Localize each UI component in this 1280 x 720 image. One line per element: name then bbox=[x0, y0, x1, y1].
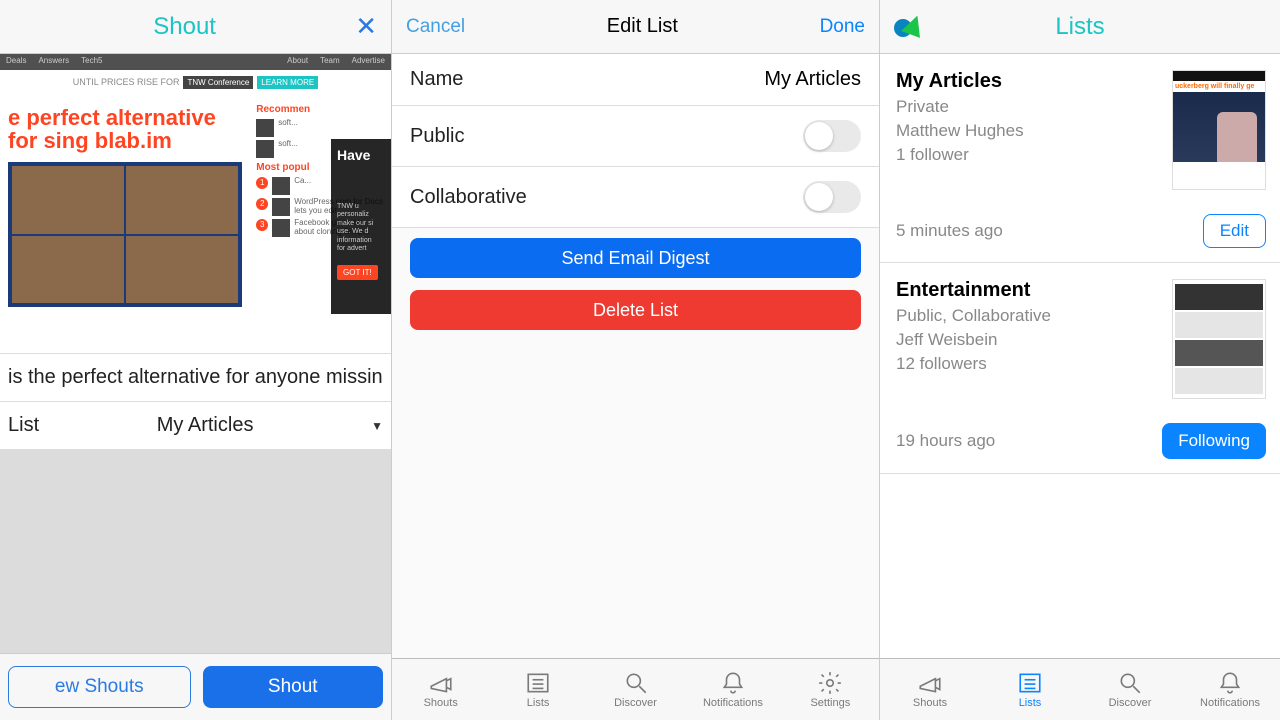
video-grid bbox=[8, 162, 242, 307]
lists-panel: Lists My Articles Private Matthew Hughes… bbox=[880, 0, 1280, 720]
spacer bbox=[0, 450, 391, 653]
app-logo bbox=[894, 15, 924, 39]
collab-row: Collaborative bbox=[392, 167, 879, 228]
shout-button[interactable]: Shout bbox=[203, 666, 384, 708]
card-title: Entertainment bbox=[896, 279, 1162, 302]
tab-notifications[interactable]: Notifications bbox=[1180, 659, 1280, 720]
preview-banner: UNTIL PRICES RISE FOR TNW Conference LEA… bbox=[0, 70, 391, 94]
cancel-button[interactable]: Cancel bbox=[406, 16, 465, 38]
collab-label: Collaborative bbox=[410, 186, 527, 209]
edit-title: Edit List bbox=[607, 15, 678, 38]
tab-notifications[interactable]: Notifications bbox=[684, 659, 781, 720]
tab-shouts[interactable]: Shouts bbox=[392, 659, 489, 720]
name-value: My Articles bbox=[764, 68, 861, 91]
public-toggle[interactable] bbox=[803, 120, 861, 152]
list-icon bbox=[1017, 670, 1043, 696]
following-button[interactable]: Following bbox=[1162, 423, 1266, 459]
card-followers: 1 follower bbox=[896, 143, 1162, 167]
tab-settings[interactable]: Settings bbox=[782, 659, 879, 720]
done-button[interactable]: Done bbox=[820, 16, 865, 38]
shout-header: Shout ✕ bbox=[0, 0, 391, 54]
chevron-down-icon: ▼ bbox=[371, 419, 383, 433]
card-thumbnail bbox=[1172, 279, 1266, 399]
article-title-field[interactable]: is the perfect alternative for anyone mi… bbox=[0, 354, 391, 402]
tab-shouts[interactable]: Shouts bbox=[880, 659, 980, 720]
name-row[interactable]: Name My Articles bbox=[392, 54, 879, 106]
edit-list-panel: Cancel Edit List Done Name My Articles P… bbox=[392, 0, 880, 720]
tab-lists[interactable]: Lists bbox=[980, 659, 1080, 720]
edit-list-button[interactable]: Edit bbox=[1203, 214, 1266, 248]
preview-headline: e perfect alternative for sing blab.im bbox=[8, 106, 242, 152]
search-icon bbox=[623, 670, 649, 696]
list-label: List bbox=[8, 414, 39, 437]
name-label: Name bbox=[410, 68, 463, 91]
card-thumbnail: uckerberg will finally ge bbox=[1172, 70, 1266, 190]
tab-discover[interactable]: Discover bbox=[1080, 659, 1180, 720]
card-time: 19 hours ago bbox=[896, 431, 995, 451]
card-visibility: Private bbox=[896, 95, 1162, 119]
search-icon bbox=[1117, 670, 1143, 696]
megaphone-icon bbox=[428, 670, 454, 696]
shout-footer: ew Shouts Shout bbox=[0, 653, 391, 720]
shout-title: Shout bbox=[153, 13, 216, 41]
card-author: Jeff Weisbein bbox=[896, 328, 1162, 352]
list-card: My Articles Private Matthew Hughes 1 fol… bbox=[880, 54, 1280, 263]
card-followers: 12 followers bbox=[896, 352, 1162, 376]
lists-title: Lists bbox=[1055, 13, 1104, 41]
public-row: Public bbox=[392, 106, 879, 167]
gear-icon bbox=[817, 670, 843, 696]
card-time: 5 minutes ago bbox=[896, 221, 1003, 241]
list-value: My Articles bbox=[39, 414, 371, 437]
edit-header: Cancel Edit List Done bbox=[392, 0, 879, 54]
shout-panel: Shout ✕ Deals Answers Tech5 About Team A… bbox=[0, 0, 392, 720]
tab-bar: Shouts Lists Discover Notifications bbox=[880, 658, 1280, 720]
close-icon[interactable]: ✕ bbox=[355, 11, 377, 42]
send-digest-button[interactable]: Send Email Digest bbox=[410, 238, 861, 278]
lists-header: Lists bbox=[880, 0, 1280, 54]
card-visibility: Public, Collaborative bbox=[896, 304, 1162, 328]
delete-list-button[interactable]: Delete List bbox=[410, 290, 861, 330]
public-label: Public bbox=[410, 125, 464, 148]
megaphone-icon bbox=[917, 670, 943, 696]
list-card: Entertainment Public, Collaborative Jeff… bbox=[880, 263, 1280, 474]
card-title: My Articles bbox=[896, 70, 1162, 93]
lists-body[interactable]: My Articles Private Matthew Hughes 1 fol… bbox=[880, 54, 1280, 658]
bell-icon bbox=[720, 670, 746, 696]
tab-discover[interactable]: Discover bbox=[587, 659, 684, 720]
tab-bar: Shouts Lists Discover Notifications Sett… bbox=[392, 658, 879, 720]
list-selector[interactable]: List My Articles ▼ bbox=[0, 402, 391, 450]
collab-toggle[interactable] bbox=[803, 181, 861, 213]
new-shouts-button[interactable]: ew Shouts bbox=[8, 666, 191, 708]
cookie-overlay: Have TNW upersonalizmake our siuse. We d… bbox=[331, 139, 391, 314]
preview-nav: Deals Answers Tech5 About Team Advertise bbox=[0, 54, 391, 70]
article-preview: Deals Answers Tech5 About Team Advertise… bbox=[0, 54, 391, 354]
tab-lists[interactable]: Lists bbox=[489, 659, 586, 720]
list-icon bbox=[525, 670, 551, 696]
card-author: Matthew Hughes bbox=[896, 119, 1162, 143]
bell-icon bbox=[1217, 670, 1243, 696]
